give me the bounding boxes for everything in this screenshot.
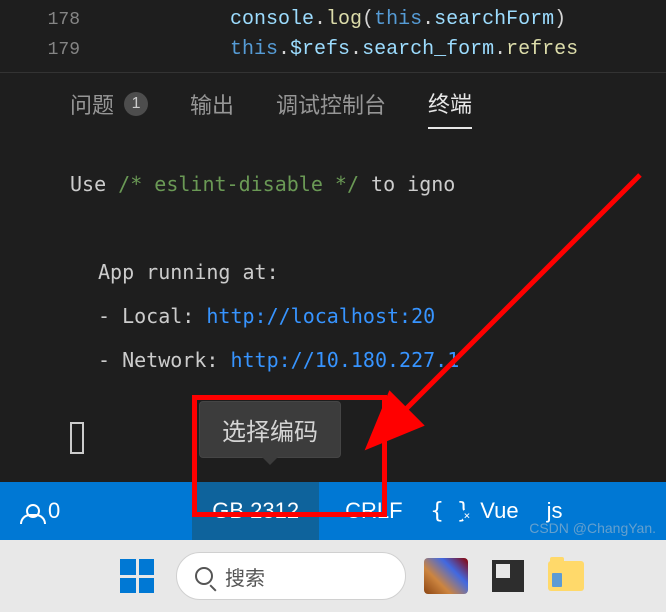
code-line: this.$refs.search_form.refres <box>110 35 666 65</box>
terminal-line: App running at: <box>70 250 666 294</box>
file-explorer-icon[interactable] <box>548 561 584 591</box>
terminal-line: Use /* eslint-disable */ to igno <box>70 162 666 206</box>
taskbar-search[interactable]: 搜索 <box>176 552 406 600</box>
line-gutter: 178 179 <box>0 0 110 72</box>
broadcast-icon <box>20 500 42 522</box>
watermark: CSDN @ChangYan. <box>529 520 656 536</box>
terminal-line: - Network: http://10.180.227.1 <box>70 338 666 382</box>
status-eol[interactable]: CRLF <box>331 482 416 540</box>
search-placeholder: 搜索 <box>225 562 265 591</box>
braces-icon: { } <box>431 499 471 524</box>
windows-taskbar: 搜索 <box>0 540 666 612</box>
status-language[interactable]: { } Vue <box>417 482 533 540</box>
start-button[interactable] <box>120 559 154 593</box>
network-url-link[interactable]: http://10.180.227.1 <box>230 348 459 372</box>
line-number: 178 <box>0 5 80 35</box>
code-line: console.log(this.searchForm) <box>110 5 666 35</box>
panel-tabs: 问题 1 输出 调试控制台 终端 <box>0 72 666 132</box>
problems-count-badge: 1 <box>124 92 148 116</box>
terminal-cursor <box>70 422 84 454</box>
search-icon <box>195 567 213 585</box>
tab-debug-console[interactable]: 调试控制台 <box>276 88 386 128</box>
taskbar-widget-icon[interactable] <box>424 558 468 594</box>
line-number: 179 <box>0 35 80 65</box>
encoding-tooltip: 选择编码 <box>199 401 341 458</box>
language-label: Vue <box>480 498 518 524</box>
ports-count: 0 <box>48 498 60 524</box>
taskbar-app-icon[interactable] <box>492 560 524 592</box>
status-ports[interactable]: 0 <box>6 482 74 540</box>
code-content[interactable]: console.log(this.searchForm) this.$refs.… <box>110 0 666 72</box>
editor-area: 178 179 console.log(this.searchForm) thi… <box>0 0 666 72</box>
tab-problems[interactable]: 问题 1 <box>70 88 148 128</box>
tab-terminal[interactable]: 终端 <box>428 87 472 129</box>
local-url-link[interactable]: http://localhost:20 <box>206 304 435 328</box>
terminal-line: - Local: http://localhost:20 <box>70 294 666 338</box>
tab-output[interactable]: 输出 <box>190 88 234 128</box>
tab-label: 问题 <box>70 88 114 120</box>
status-encoding[interactable]: GB 2312 <box>192 482 319 540</box>
